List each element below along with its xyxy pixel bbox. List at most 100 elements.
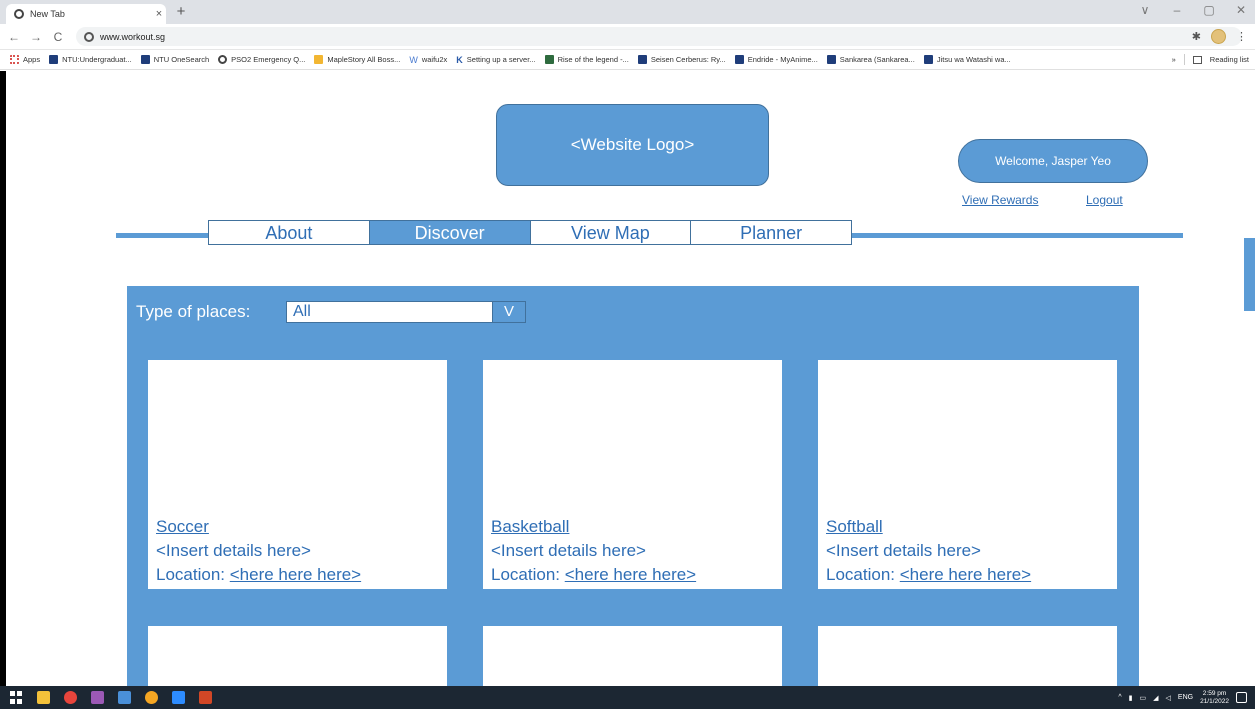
location-link[interactable]: <here here here> — [230, 565, 361, 584]
bookmark-item[interactable]: Sankarea (Sankarea... — [826, 55, 915, 64]
mal-icon — [826, 55, 836, 64]
dropdown-value[interactable]: All — [287, 302, 492, 322]
bookmark-item[interactable]: PSO2 Emergency Q... — [218, 55, 305, 64]
profile-avatar[interactable] — [1211, 29, 1226, 44]
window-controls: ∨ – ▢ ✕ — [1137, 3, 1249, 17]
extensions-icon[interactable]: ✱ — [1192, 30, 1201, 43]
place-card: Softball <Insert details here> Location:… — [818, 360, 1117, 589]
zoom-icon[interactable] — [172, 691, 185, 704]
tab-discover[interactable]: Discover — [369, 221, 531, 244]
bookmark-item[interactable]: NTU OneSearch — [140, 55, 210, 64]
bookmarks-right: » Reading list — [1172, 54, 1249, 65]
card-location: Location: <here here here> — [826, 563, 1031, 587]
battery-icon[interactable]: ▭ — [1140, 694, 1147, 702]
page-scrollbar[interactable] — [1244, 238, 1255, 311]
card-details: <Insert details here> — [826, 541, 981, 560]
type-of-places-dropdown[interactable]: All V — [286, 301, 526, 323]
snipping-tool-icon[interactable] — [91, 691, 104, 704]
maplestory-icon — [314, 55, 324, 64]
toolbar-right: ✱ ⋮ — [1192, 29, 1247, 44]
tab-about[interactable]: About — [209, 221, 370, 244]
back-arrow-icon[interactable]: ← — [6, 30, 22, 44]
browser-tab[interactable]: New Tab × — [6, 4, 166, 24]
close-tab-icon[interactable]: × — [152, 8, 166, 20]
location-link[interactable]: <here here here> — [900, 565, 1031, 584]
clock-time: 2:59 pm — [1202, 689, 1227, 697]
website-logo[interactable]: <Website Logo> — [496, 104, 769, 186]
bookmarks-overflow-button[interactable]: » — [1172, 55, 1176, 64]
logout-link[interactable]: Logout — [1086, 193, 1123, 207]
tab-search-icon[interactable]: ∨ — [1137, 3, 1153, 17]
reading-list-button[interactable]: Reading list — [1210, 55, 1249, 64]
close-window-icon[interactable]: ✕ — [1233, 3, 1249, 17]
web-page: <Website Logo> Welcome, Jasper Yeo View … — [0, 71, 1255, 686]
ntu-icon — [49, 55, 59, 64]
view-rewards-link[interactable]: View Rewards — [962, 193, 1038, 207]
bookmark-label: Sankarea (Sankarea... — [839, 55, 915, 64]
minimize-icon[interactable]: – — [1169, 3, 1185, 17]
divider — [1183, 54, 1185, 65]
tab-title: New Tab — [30, 9, 65, 19]
card-body: Soccer <Insert details here> Location: <… — [156, 515, 361, 587]
bookmark-apps[interactable]: Apps — [10, 55, 40, 64]
card-body: Softball <Insert details here> Location:… — [826, 515, 1031, 587]
tab-planner[interactable]: Planner — [691, 221, 851, 244]
bookmark-label: Endride - MyAnime... — [747, 55, 818, 64]
mal-icon — [637, 55, 647, 64]
place-card: Basketball <Insert details here> Locatio… — [483, 360, 782, 589]
location-link[interactable]: <here here here> — [565, 565, 696, 584]
bookmark-item[interactable]: K Setting up a server... — [456, 55, 535, 65]
menu-kebab-icon[interactable]: ⋮ — [1236, 30, 1247, 43]
type-of-places-label: Type of places: — [136, 302, 251, 321]
address-bar[interactable]: www.workout.sg — [76, 27, 1242, 46]
clock[interactable]: 2:59 pm 21/1/2022 — [1200, 690, 1229, 706]
bookmark-item[interactable]: NTU:Undergraduat... — [49, 55, 132, 64]
k-icon: K — [456, 55, 463, 65]
bookmark-label: Seisen Cerberus: Ry... — [650, 55, 726, 64]
tab-view-map[interactable]: View Map — [531, 221, 692, 244]
card-title-link[interactable]: Softball — [826, 515, 1031, 539]
card-title-link[interactable]: Soccer — [156, 515, 361, 539]
mal-icon — [734, 55, 744, 64]
card-title-link[interactable]: Basketball — [491, 515, 696, 539]
bookmark-label: NTU:Undergraduat... — [62, 55, 132, 64]
bookmark-label: NTU OneSearch — [153, 55, 210, 64]
location-label: Location: — [491, 565, 565, 584]
chrome-icon[interactable] — [64, 691, 77, 704]
volume-icon[interactable]: ◁ — [1166, 694, 1171, 702]
forward-arrow-icon[interactable]: → — [28, 30, 44, 44]
language-indicator[interactable]: ENG — [1178, 694, 1193, 701]
bookmark-label: Jitsu wa Watashi wa... — [936, 55, 1011, 64]
site-info-icon[interactable] — [84, 31, 94, 42]
bookmark-item[interactable]: Wwaifu2x — [409, 55, 448, 65]
browser-window: New Tab × + ∨ – ▢ ✕ ← → C www.workout.sg… — [0, 0, 1255, 709]
powerpoint-icon[interactable] — [199, 691, 212, 704]
bookmark-item[interactable]: Jitsu wa Watashi wa... — [923, 55, 1011, 64]
maximize-icon[interactable]: ▢ — [1201, 3, 1217, 17]
bookmarks-bar: Apps NTU:Undergraduat... NTU OneSearch P… — [0, 50, 1255, 70]
new-tab-button[interactable]: + — [172, 4, 190, 20]
notification-icon[interactable] — [1236, 692, 1247, 703]
app-icon[interactable] — [118, 691, 131, 704]
windows-start-icon[interactable] — [10, 691, 23, 704]
bookmark-label: waifu2x — [421, 55, 448, 64]
bookmark-item[interactable]: MapleStory All Boss... — [314, 55, 400, 64]
chrome-icon[interactable] — [145, 691, 158, 704]
apps-grid-icon — [10, 55, 19, 64]
reload-icon[interactable]: C — [50, 30, 66, 44]
chevron-up-icon[interactable]: ^ — [1118, 694, 1121, 701]
bookmark-label: Rise of the legend -... — [557, 55, 629, 64]
browser-toolbar: ← → C www.workout.sg ✱ ⋮ — [0, 24, 1255, 50]
dropdown-toggle-button[interactable]: V — [492, 302, 525, 322]
bookmark-item[interactable]: Rise of the legend -... — [544, 55, 629, 64]
usb-icon[interactable]: ▮ — [1129, 694, 1133, 702]
card-body: Basketball <Insert details here> Locatio… — [491, 515, 696, 587]
place-card-partial — [818, 626, 1117, 686]
bookmark-item[interactable]: Seisen Cerberus: Ry... — [637, 55, 726, 64]
waifu2x-icon: W — [409, 55, 418, 65]
network-icon[interactable]: ◢ — [1153, 694, 1158, 702]
bookmark-item[interactable]: Endride - MyAnime... — [734, 55, 818, 64]
bookmark-label: Apps — [23, 55, 41, 64]
file-explorer-icon[interactable] — [37, 691, 50, 704]
browser-tab-bar: New Tab × + ∨ – ▢ ✕ — [0, 0, 1255, 24]
